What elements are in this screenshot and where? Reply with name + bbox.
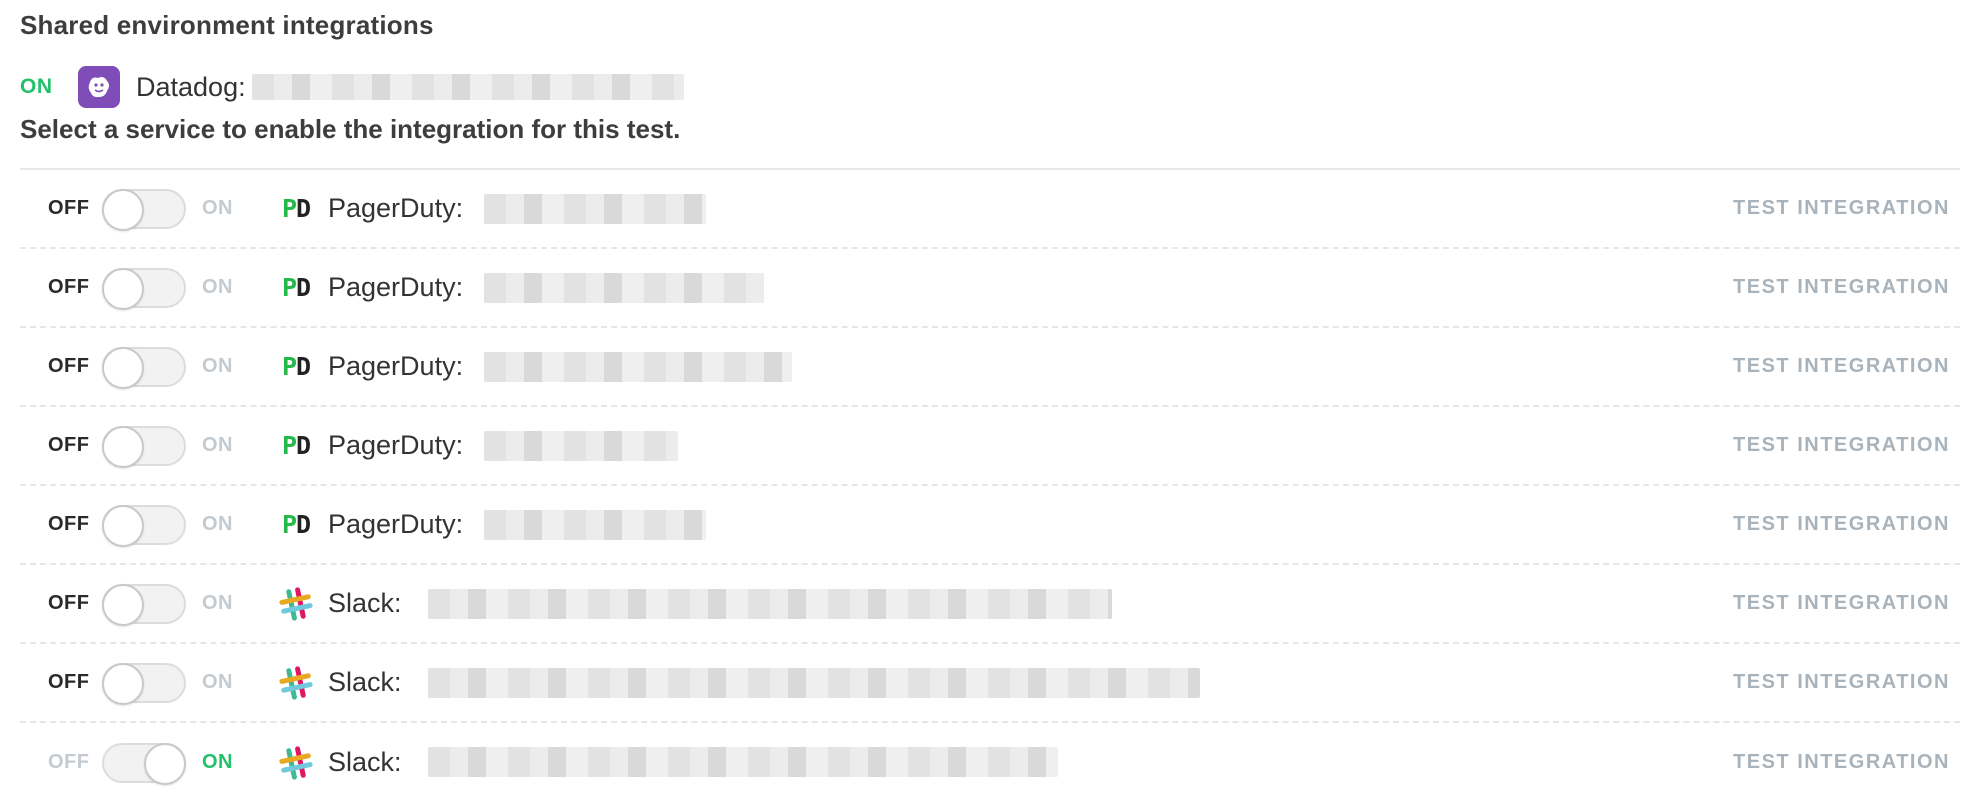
off-label: OFF [48, 355, 90, 377]
toggle-knob [102, 188, 144, 231]
toggle-knob [102, 267, 144, 310]
integration-service-name: PagerDuty: [328, 272, 464, 302]
integration-row: OFF ON PD PagerDuty: TEST INTEGRATION [20, 486, 1960, 565]
integration-service-name: PagerDuty: [328, 351, 464, 381]
redacted-value [484, 194, 706, 224]
test-integration-button[interactable]: TEST INTEGRATION [1733, 751, 1950, 774]
test-integration-button[interactable]: TEST INTEGRATION [1733, 276, 1950, 299]
integration-row: OFF ON PD PagerDuty: TEST INTEGRATION [20, 328, 1960, 407]
off-label: OFF [48, 751, 90, 773]
redacted-value [484, 510, 706, 540]
slack-icon [276, 663, 316, 703]
integration-row: OFF ON Slack: TEST INTEGRATION [20, 723, 1960, 792]
redacted-value [251, 74, 684, 100]
pagerduty-icon: PD [281, 352, 311, 381]
integration-toggle[interactable] [102, 188, 186, 231]
pagerduty-icon: PD [281, 431, 311, 460]
integration-list: OFF ON PD PagerDuty: TEST INTEGRATION OFF ON PD… [20, 168, 1960, 792]
integration-toggle[interactable] [102, 267, 186, 310]
off-label: OFF [48, 197, 90, 219]
shared-integration-datadog: ON Datadog: [20, 62, 684, 112]
off-label: OFF [48, 592, 90, 614]
on-label: ON [202, 355, 233, 377]
redacted-value [428, 668, 1200, 698]
test-integration-button[interactable]: TEST INTEGRATION [1733, 434, 1950, 457]
instructions-text: Select a service to enable the integrati… [20, 114, 681, 144]
integration-toggle[interactable] [102, 504, 186, 547]
off-label: OFF [48, 276, 90, 298]
integration-row: OFF ON PD PagerDuty: TEST INTEGRATION [20, 407, 1960, 486]
off-label: OFF [48, 671, 90, 693]
integration-service-name: PagerDuty: [328, 430, 464, 460]
integration-toggle[interactable] [102, 662, 186, 705]
toggle-knob [102, 504, 144, 547]
test-integration-button[interactable]: TEST INTEGRATION [1733, 355, 1950, 378]
integration-toggle[interactable] [102, 346, 186, 389]
on-label: ON [202, 434, 233, 456]
off-label: OFF [48, 434, 90, 456]
integration-service-name: Slack: [328, 667, 402, 697]
on-label: ON [202, 671, 233, 693]
on-label: ON [202, 276, 233, 298]
toggle-knob [102, 583, 144, 626]
toggle-knob [102, 662, 144, 705]
test-integration-button[interactable]: TEST INTEGRATION [1733, 197, 1950, 220]
redacted-value [428, 747, 1058, 777]
shared-status: ON [20, 75, 53, 98]
test-integration-button[interactable]: TEST INTEGRATION [1733, 513, 1950, 536]
slack-icon [276, 743, 316, 783]
redacted-value [484, 431, 678, 461]
pagerduty-icon: PD [281, 273, 311, 302]
on-label: ON [202, 592, 233, 614]
redacted-value [428, 589, 1112, 619]
integration-service-name: Slack: [328, 588, 402, 618]
section-title: Shared environment integrations [20, 10, 434, 40]
integration-service-name: PagerDuty: [328, 193, 464, 223]
integration-row: OFF ON PD PagerDuty: TEST INTEGRATION [20, 170, 1960, 249]
integration-row: OFF ON Slack: TEST INTEGRATION [20, 565, 1960, 644]
redacted-value [484, 352, 792, 382]
integration-toggle[interactable] [102, 742, 186, 785]
shared-service-name: Datadog: [136, 71, 246, 102]
pagerduty-icon: PD [281, 194, 311, 223]
integration-service-name: Slack: [328, 747, 402, 777]
toggle-knob [144, 742, 186, 785]
redacted-value [484, 273, 764, 303]
toggle-knob [102, 425, 144, 468]
integration-row: OFF ON Slack: TEST INTEGRATION [20, 644, 1960, 723]
pagerduty-icon: PD [281, 510, 311, 539]
integration-toggle[interactable] [102, 425, 186, 468]
toggle-knob [102, 346, 144, 389]
on-label: ON [202, 751, 233, 773]
on-label: ON [202, 197, 233, 219]
integration-toggle[interactable] [102, 583, 186, 626]
slack-icon [276, 584, 316, 624]
test-integration-button[interactable]: TEST INTEGRATION [1733, 592, 1950, 615]
off-label: OFF [48, 513, 90, 535]
test-integration-button[interactable]: TEST INTEGRATION [1733, 671, 1950, 694]
integration-service-name: PagerDuty: [328, 509, 464, 539]
integration-row: OFF ON PD PagerDuty: TEST INTEGRATION [20, 249, 1960, 328]
on-label: ON [202, 513, 233, 535]
datadog-icon [78, 66, 120, 108]
